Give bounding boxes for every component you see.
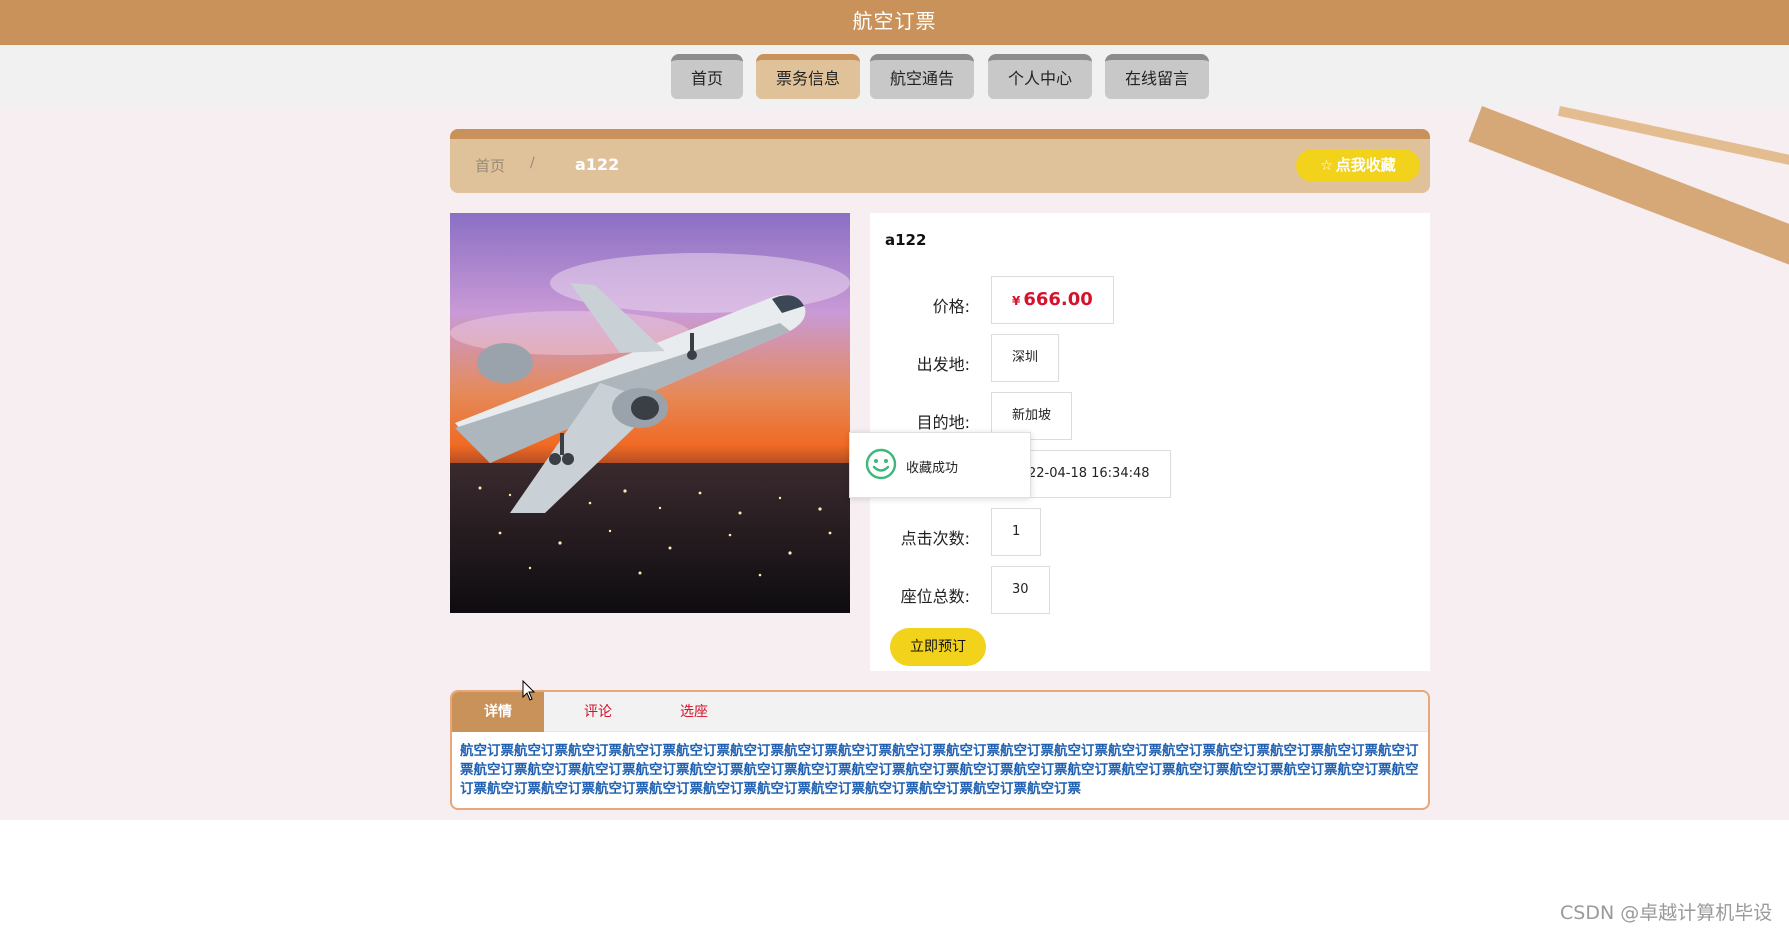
toast-message: 收藏成功 [906,461,959,476]
nav-personal-center[interactable]: 个人中心 [988,54,1092,99]
nav-ticket-info[interactable]: 票务信息 [756,54,860,99]
smile-icon [865,448,897,480]
nav-online-message[interactable]: 在线留言 [1105,54,1209,99]
destination-label: 目的地: [916,413,970,432]
airplane-image [450,213,850,613]
breadcrumb-current: a122 [575,155,620,174]
book-now-button[interactable]: 立即预订 [890,628,986,666]
favorite-button[interactable]: ☆ 点我收藏 [1296,149,1420,182]
total-seats-value: 30 [991,566,1050,614]
breadcrumb: 首页 / a122 ☆ 点我收藏 [450,129,1430,193]
departure-label: 出发地: [916,355,970,374]
app-title: 航空订票 [852,9,937,33]
departure-value: 深圳 [991,334,1060,382]
star-outline-icon: ☆ [1320,158,1333,174]
breadcrumb-separator: / [530,155,535,171]
price-value: ¥666.00 [991,276,1114,324]
tab-seat-selection[interactable]: 选座 [648,692,740,732]
details-content: 航空订票航空订票航空订票航空订票航空订票航空订票航空订票航空订票航空订票航空订票… [460,743,1419,797]
favorite-button-label: 点我收藏 [1335,156,1396,174]
ticket-title: a122 [885,231,927,249]
main-nav: 首页 票务信息 航空通告 个人中心 在线留言 [0,45,1789,110]
app-title-bar: 航空订票 [0,0,1789,45]
click-count-value: 1 [991,508,1042,556]
nav-airline-notice[interactable]: 航空通告 [870,54,974,99]
currency-symbol: ¥ [1012,294,1021,308]
breadcrumb-home[interactable]: 首页 [475,155,505,176]
toast-notification: 收藏成功 [849,432,1031,498]
tab-strip: 详情 评论 选座 [452,692,1428,732]
watermark: CSDN @卓越计算机毕设 [1560,902,1773,924]
total-seats-label: 座位总数: [900,587,970,606]
detail-tabs-panel: 详情 评论 选座 航空订票航空订票航空订票航空订票航空订票航空订票航空订票航空订… [450,690,1430,810]
price-amount: 666.00 [1023,289,1093,310]
click-count-label: 点击次数: [900,529,970,548]
ticket-photo [450,213,850,613]
price-label: 价格: [932,297,970,316]
tab-comments[interactable]: 评论 [552,692,644,732]
nav-home[interactable]: 首页 [671,54,743,99]
mouse-cursor-icon [522,680,536,701]
